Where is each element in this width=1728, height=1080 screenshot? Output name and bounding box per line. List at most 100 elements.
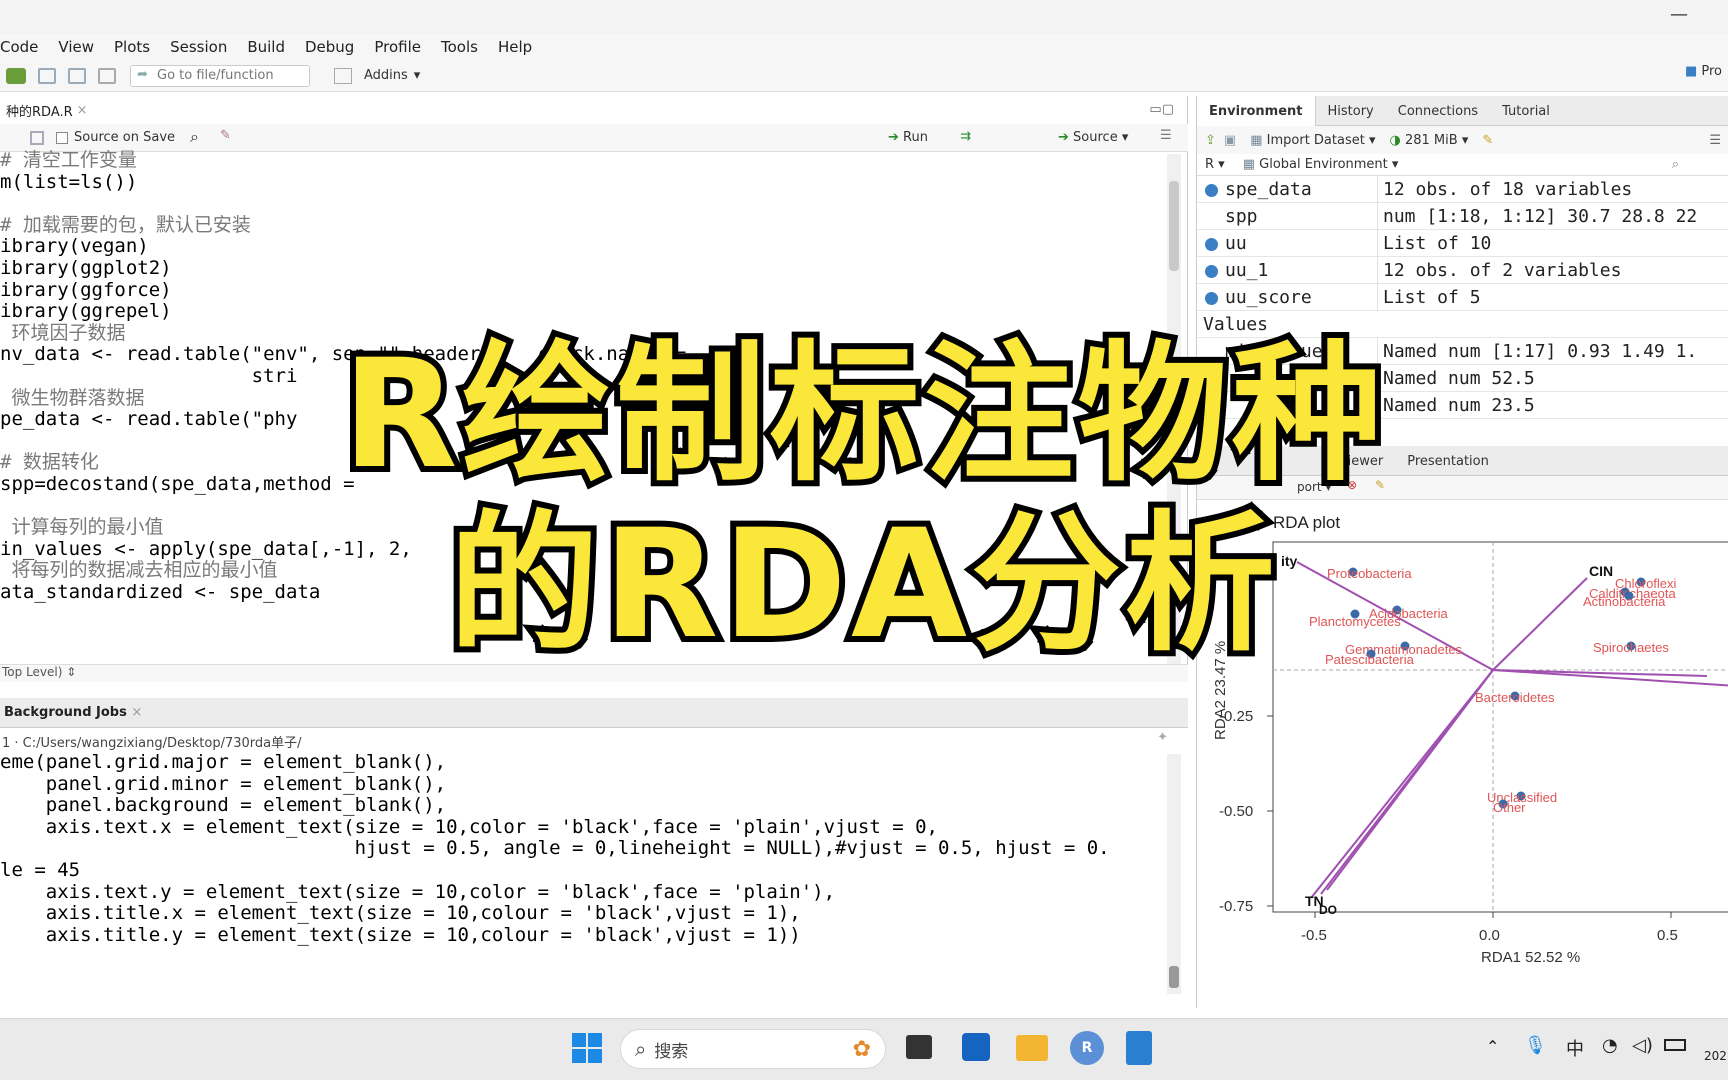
editor-scroll-thumb[interactable] xyxy=(1169,181,1179,271)
tray-chevron-icon[interactable]: ⌃ xyxy=(1486,1037,1499,1056)
tab-history[interactable]: History xyxy=(1316,96,1386,126)
search-icon[interactable]: ⌕ xyxy=(190,127,199,147)
code-line[interactable] xyxy=(0,193,1165,215)
search-icon[interactable]: ⌕ xyxy=(1672,157,1679,172)
search-label: 搜索 xyxy=(654,1041,689,1062)
video-title-line2: 的RDA分析 xyxy=(443,494,1281,676)
clear-broom-icon[interactable]: ✎ xyxy=(1482,133,1493,148)
taskbar-search[interactable]: ⌕ 搜索 ✿ xyxy=(620,1029,886,1069)
pie-icon: ◑ xyxy=(1389,132,1401,148)
env-icon: ▦ xyxy=(1242,157,1256,172)
console-line: panel.grid.minor = element_blank(), xyxy=(0,772,447,795)
console-path: 1 · C:/Users/wangzixiang/Desktop/730rda单… xyxy=(0,728,1188,752)
task-view-icon[interactable] xyxy=(906,1035,932,1059)
env-row[interactable]: uu_score List of 5 xyxy=(1197,284,1728,311)
load-workspace-icon[interactable]: ⇪ xyxy=(1205,133,1216,148)
console-line: axis.text.x = element_text(size = 10,col… xyxy=(0,815,938,838)
menu-build[interactable]: Build xyxy=(247,38,285,56)
clock[interactable]: 202 xyxy=(1704,1049,1727,1063)
import-dataset-button[interactable]: ▦ Import Dataset ▾ xyxy=(1250,133,1375,148)
console-scrollbar[interactable] xyxy=(1167,754,1181,994)
close-icon[interactable]: × xyxy=(131,705,142,720)
env-row[interactable]: uu_1 12 obs. of 2 variables xyxy=(1197,257,1728,284)
env-row[interactable]: spp num [1:18, 1:12] 30.7 28.8 22 xyxy=(1197,203,1728,230)
file-explorer-icon[interactable] xyxy=(1016,1035,1048,1061)
expand-icon[interactable] xyxy=(1205,265,1218,278)
menu-session[interactable]: Session xyxy=(170,38,227,56)
menu-plots[interactable]: Plots xyxy=(114,38,150,56)
column-divider xyxy=(1377,284,1378,311)
source-on-save-label: Source on Save xyxy=(74,130,176,145)
battery-icon[interactable] xyxy=(1664,1039,1686,1051)
wifi-icon[interactable]: ◔ xyxy=(1602,1035,1618,1056)
save-icon[interactable] xyxy=(30,131,44,145)
expand-icon[interactable] xyxy=(1205,238,1218,251)
code-line[interactable]: ibrary(ggrepel) xyxy=(0,301,1165,323)
addins-menu[interactable]: Addins xyxy=(364,68,408,83)
tab-tutorial[interactable]: Tutorial xyxy=(1490,96,1562,126)
menu-tools[interactable]: Tools xyxy=(441,38,478,56)
store-icon[interactable] xyxy=(962,1033,990,1061)
env-row[interactable]: uu List of 10 xyxy=(1197,230,1728,257)
menu-profile[interactable]: Profile xyxy=(374,38,421,56)
run-button[interactable]: ➔ Run xyxy=(888,130,928,145)
goto-file-input[interactable]: ➦ Go to file/function xyxy=(130,64,310,87)
tab-background-jobs[interactable]: Background Jobs × xyxy=(4,705,142,720)
windows-start-icon[interactable] xyxy=(572,1033,602,1063)
tab-connections[interactable]: Connections xyxy=(1386,96,1490,126)
save-all-icon[interactable] xyxy=(68,67,86,84)
code-line[interactable]: ibrary(ggforce) xyxy=(0,279,1165,302)
console-output[interactable]: eme(panel.grid.major = element_blank(), … xyxy=(0,752,1165,1002)
code-line[interactable]: m(list=ls()) xyxy=(0,171,1165,194)
minimize-button[interactable]: — xyxy=(1670,4,1688,25)
notepad-icon[interactable] xyxy=(1126,1031,1152,1065)
menu-code[interactable]: Code xyxy=(0,38,38,56)
memory-usage[interactable]: ◑ 281 MiB ▾ xyxy=(1390,133,1469,148)
code-line[interactable]: ibrary(ggplot2) xyxy=(0,257,1165,280)
environment-toolbar: ⇪ ▣ ▦ Import Dataset ▾ ◑ 281 MiB ▾ ✎ ☰ xyxy=(1197,126,1728,154)
broom-icon[interactable]: ✦ xyxy=(1157,730,1168,745)
save-workspace-icon[interactable]: ▣ xyxy=(1224,133,1236,148)
env-var-name: uu_1 xyxy=(1225,260,1269,281)
save-icon[interactable] xyxy=(38,67,56,84)
env-arrow xyxy=(1326,669,1494,891)
menu-help[interactable]: Help xyxy=(498,38,532,56)
working-directory[interactable]: 1 · C:/Users/wangzixiang/Desktop/730rda单… xyxy=(2,732,301,751)
menu-debug[interactable]: Debug xyxy=(305,38,354,56)
close-icon[interactable]: × xyxy=(77,103,88,118)
wand-icon[interactable]: ✎ xyxy=(220,128,231,143)
outline-icon[interactable]: ☰ xyxy=(1160,128,1172,143)
console-scroll-thumb[interactable] xyxy=(1169,966,1179,988)
source-button[interactable]: ➔ Source ▾ xyxy=(1058,130,1128,145)
volume-icon[interactable]: ◁) xyxy=(1632,1035,1653,1056)
list-view-icon[interactable]: ☰ xyxy=(1709,133,1721,148)
y-tick-label: -0.75 xyxy=(1219,898,1253,915)
env-var-value: List of 5 xyxy=(1383,287,1481,308)
project-label: Pro xyxy=(1701,64,1722,79)
microphone-icon[interactable]: 🎙 xyxy=(1524,1035,1547,1056)
tab-environment[interactable]: Environment xyxy=(1197,96,1316,126)
rerun-icon[interactable]: ⇉ xyxy=(960,129,971,144)
language-select[interactable]: R ▾ xyxy=(1205,157,1225,172)
console-line: eme(panel.grid.major = element_blank(), xyxy=(0,752,447,773)
source-on-save-checkbox[interactable] xyxy=(56,132,68,144)
print-icon[interactable] xyxy=(98,67,116,84)
new-file-icon[interactable] xyxy=(6,67,26,84)
menu-view[interactable]: View xyxy=(58,38,94,56)
code-line[interactable]: # 加载需要的包，默认已安装 xyxy=(0,214,1165,237)
input-method-icon[interactable]: 中 xyxy=(1566,1035,1584,1061)
code-line[interactable]: # 清空工作变量 xyxy=(0,150,1165,172)
rstudio-icon[interactable]: R xyxy=(1070,1031,1104,1065)
project-menu[interactable]: ■ Pro xyxy=(1685,64,1722,79)
column-divider xyxy=(1377,176,1378,203)
tab-rda-script[interactable]: 种的RDA.R × xyxy=(0,96,1188,124)
code-line[interactable]: ibrary(vegan) xyxy=(0,236,1165,258)
env-row[interactable]: spe_data 12 obs. of 18 variables xyxy=(1197,176,1728,203)
expand-icon[interactable] xyxy=(1205,184,1218,197)
grid-icon[interactable] xyxy=(334,67,352,84)
column-divider xyxy=(1377,230,1378,257)
expand-icon[interactable] xyxy=(1205,292,1218,305)
maximize-pane-icon[interactable]: ▭▢ xyxy=(1149,102,1174,117)
env-var-value: num [1:18, 1:12] 30.7 28.8 22 xyxy=(1383,206,1698,227)
global-env-select[interactable]: ▦ Global Environment ▾ xyxy=(1243,157,1399,172)
